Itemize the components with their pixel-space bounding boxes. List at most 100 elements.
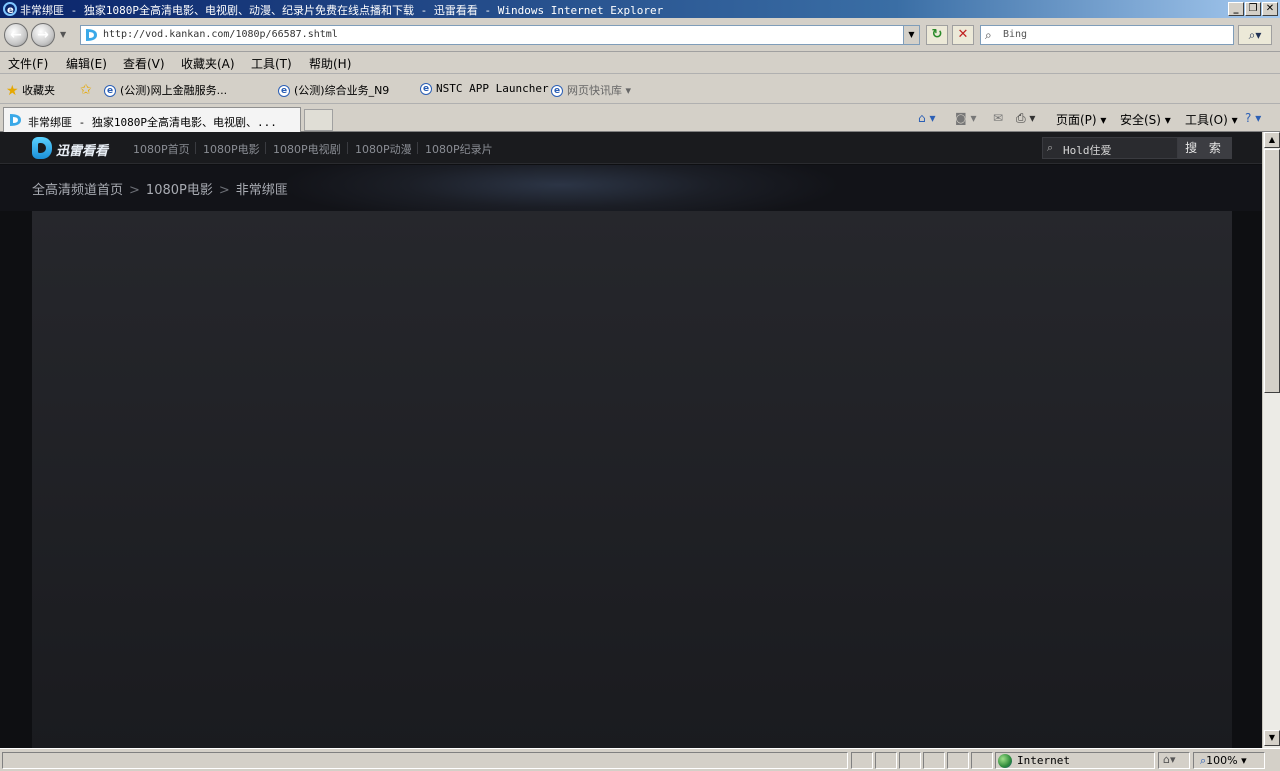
favorite-link-2[interactable]: e (公测)综合业务_N9 xyxy=(278,82,389,98)
zoom-level: ⌕100% ▾ xyxy=(1200,754,1247,767)
menu-bar: 文件(F) 编辑(E) 查看(V) 收藏夹(A) 工具(T) 帮助(H) xyxy=(0,52,1280,74)
breadcrumb-separator: > xyxy=(218,183,230,198)
help-icon: ? xyxy=(1245,111,1252,125)
status-text-pane xyxy=(2,752,848,769)
web-slice-gallery[interactable]: e 网页快讯库 ▾ xyxy=(551,82,631,98)
status-pane xyxy=(875,752,897,769)
favorite-link-3[interactable]: e NSTC APP Launcher xyxy=(420,82,549,95)
rss-feed-icon: ◙ xyxy=(955,111,967,125)
nav-divider xyxy=(417,142,418,154)
safety-menu-label: 安全(S) xyxy=(1120,113,1161,127)
magnifier-icon: ⌕▾ xyxy=(1248,28,1262,42)
tab-active[interactable]: 非常绑匪 - 独家1080P全高清电影、电视剧、... xyxy=(3,107,301,132)
breadcrumb-banner: 全高清频道首页 >1080P电影 > 非常绑匪 xyxy=(0,165,1262,211)
vertical-scrollbar[interactable]: ▲ ▼ xyxy=(1262,132,1280,748)
favorite-link-1[interactable]: e (公测)网上金融服务... xyxy=(104,82,227,98)
site-nav-bar: 迅雷看看 1080P首页 1080P电影 1080P电视剧 1080P动漫 10… xyxy=(0,132,1262,164)
status-pane xyxy=(923,752,945,769)
breadcrumb-separator: > xyxy=(129,183,140,198)
search-go-button[interactable]: ⌕▾ xyxy=(1238,25,1272,45)
print-button[interactable]: ⎙ ▾ xyxy=(1016,111,1035,126)
tools-menu[interactable]: 工具(O) ▾ xyxy=(1185,111,1238,128)
feeds-button[interactable]: ◙ ▾ xyxy=(955,111,977,125)
menu-edit[interactable]: 编辑(E) xyxy=(66,55,107,72)
help-button[interactable]: ? ▾ xyxy=(1245,111,1261,125)
add-favorite-icon: ✩ xyxy=(80,82,92,98)
kankan-site-icon xyxy=(86,29,97,41)
video-player-area[interactable] xyxy=(32,211,1232,748)
breadcrumb-movies[interactable]: 1080P电影 xyxy=(146,183,213,198)
favorite-link-label: (公测)网上金融服务... xyxy=(120,84,228,97)
status-bar: Internet ⌂▾ ⌕100% ▾ xyxy=(0,748,1280,771)
ie-page-icon: e xyxy=(551,85,563,97)
refresh-button[interactable]: ↻ xyxy=(926,25,948,45)
menu-favorites[interactable]: 收藏夹(A) xyxy=(181,55,235,72)
minimize-button[interactable]: _ xyxy=(1228,2,1244,16)
home-button[interactable]: ⌂ ▾ xyxy=(918,111,935,125)
site-search-button[interactable]: 搜 索 xyxy=(1178,137,1232,159)
site-search-value: Hold住爱 xyxy=(1063,144,1112,157)
nav-1080p-home[interactable]: 1080P首页 xyxy=(133,141,190,157)
forward-arrow-icon: → xyxy=(37,27,49,43)
mail-icon: ✉ xyxy=(993,111,1004,125)
security-zone-label: Internet xyxy=(1017,754,1070,767)
kankan-logo-icon xyxy=(32,137,52,159)
search-input[interactable]: ⌕ Bing xyxy=(980,25,1234,45)
protected-mode-icon: ⌂▾ xyxy=(1163,753,1176,766)
menu-view[interactable]: 查看(V) xyxy=(123,55,165,72)
close-window-button[interactable]: ✕ xyxy=(1262,2,1278,16)
search-icon: ⌕ xyxy=(985,28,992,42)
kankan-site-icon xyxy=(10,114,21,126)
site-search-input[interactable]: ⌕ Hold住爱 xyxy=(1042,137,1178,159)
menu-tools[interactable]: 工具(T) xyxy=(251,55,292,72)
recent-pages-dropdown-icon[interactable]: ▼ xyxy=(60,30,66,39)
back-button[interactable]: ← xyxy=(4,23,28,47)
logo-text: 迅雷看看 xyxy=(56,144,109,159)
status-pane xyxy=(851,752,873,769)
kankan-logo[interactable]: 迅雷看看 xyxy=(32,137,116,159)
favorite-link-label: 网页快讯库 xyxy=(567,84,622,97)
nav-divider xyxy=(265,142,266,154)
favorites-bar: ★ 收藏夹 ✩ e (公测)网上金融服务... e (公测)综合业务_N9 e NST… xyxy=(0,75,1280,104)
favorite-link-label: NSTC APP Launcher xyxy=(436,82,549,95)
breadcrumb-home[interactable]: 全高清频道首页 xyxy=(32,183,123,198)
nav-1080p-anime[interactable]: 1080P动漫 xyxy=(355,141,412,157)
page-menu-label: 页面(P) xyxy=(1056,113,1097,127)
maximize-button[interactable]: ❐ xyxy=(1245,2,1261,16)
menu-file[interactable]: 文件(F) xyxy=(8,55,48,72)
scroll-thumb[interactable] xyxy=(1264,149,1280,393)
new-tab-button[interactable] xyxy=(304,109,333,131)
status-pane xyxy=(947,752,969,769)
url-text: http://vod.kankan.com/1080p/66587.shtml xyxy=(103,29,338,40)
home-icon: ⌂ xyxy=(918,111,926,125)
tools-menu-label: 工具(O) xyxy=(1185,113,1228,127)
safety-menu[interactable]: 安全(S) ▾ xyxy=(1120,111,1171,128)
printer-icon: ⎙ xyxy=(1016,111,1026,125)
forward-button[interactable]: → xyxy=(31,23,55,47)
page-viewport: 迅雷看看 1080P首页 1080P电影 1080P电视剧 1080P动漫 10… xyxy=(0,132,1262,748)
address-toolbar: ← → ▼ http://vod.kankan.com/1080p/66587.… xyxy=(0,18,1280,52)
nav-1080p-movies[interactable]: 1080P电影 xyxy=(203,141,260,157)
scroll-up-arrow-icon[interactable]: ▲ xyxy=(1264,132,1280,148)
search-placeholder: Bing xyxy=(1003,29,1028,40)
scroll-down-arrow-icon[interactable]: ▼ xyxy=(1264,730,1280,746)
read-mail-button[interactable]: ✉ xyxy=(993,111,1003,125)
address-dropdown-icon[interactable]: ▼ xyxy=(903,26,919,44)
favorites-label: 收藏夹 xyxy=(22,84,56,97)
nav-divider xyxy=(347,142,348,154)
menu-help[interactable]: 帮助(H) xyxy=(309,55,351,72)
ie-page-icon: e xyxy=(278,85,290,97)
address-input[interactable]: http://vod.kankan.com/1080p/66587.shtml … xyxy=(80,25,920,45)
breadcrumb-current: 非常绑匪 xyxy=(235,183,288,198)
add-to-favorites-button[interactable]: ✩ xyxy=(80,82,92,98)
ie-page-icon: e xyxy=(420,83,432,95)
nav-1080p-tv[interactable]: 1080P电视剧 xyxy=(273,141,341,157)
favorites-button[interactable]: ★ 收藏夹 xyxy=(6,82,55,99)
zoom-value: 100% xyxy=(1206,754,1238,767)
status-pane xyxy=(971,752,993,769)
favorites-star-icon: ★ xyxy=(6,83,19,99)
page-menu[interactable]: 页面(P) ▾ xyxy=(1056,111,1106,128)
stop-button[interactable]: ✕ xyxy=(952,25,974,45)
nav-1080p-documentary[interactable]: 1080P纪录片 xyxy=(425,141,493,157)
ie-page-icon: e xyxy=(104,85,116,97)
